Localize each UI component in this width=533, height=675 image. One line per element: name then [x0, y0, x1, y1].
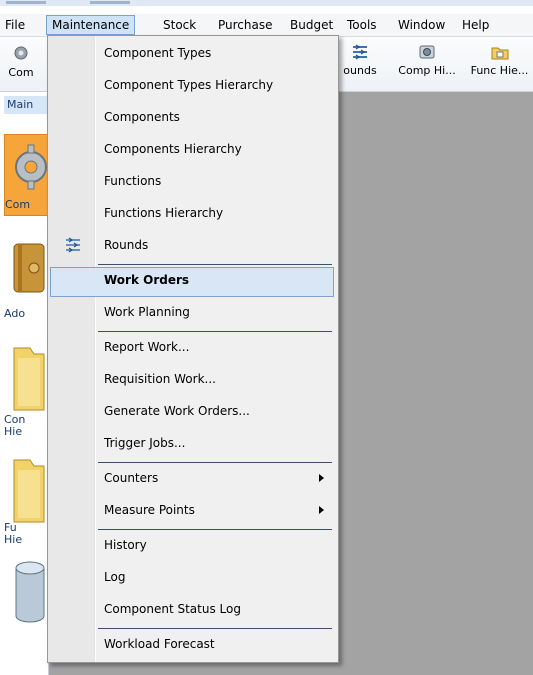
menu-item-component-status-log[interactable]: Component Status Log [50, 596, 334, 624]
menu-item-label: Component Types Hierarchy [104, 78, 274, 92]
title-bar-grip [6, 1, 46, 4]
toolbar-components-button[interactable]: Com [0, 39, 42, 89]
nav-item-label: Com [5, 198, 31, 211]
menu-item-functions-hierarchy[interactable]: Functions Hierarchy [50, 200, 334, 228]
nav-item-database[interactable] [4, 560, 48, 630]
func-hierarchy-icon [491, 47, 508, 60]
rounds-icon [66, 237, 80, 253]
component-icon [14, 46, 28, 60]
menu-item-components[interactable]: Components [50, 104, 334, 132]
nav-item-function-hierarchy[interactable]: Fu Hie [4, 454, 48, 564]
menu-item-measure-points[interactable]: Measure Points [50, 497, 334, 525]
menu-item-label: History [104, 538, 147, 552]
menu-item-history[interactable]: History [50, 532, 334, 560]
menu-item-label: Work Planning [104, 305, 190, 319]
menu-item-functions[interactable]: Functions [50, 168, 334, 196]
menu-item-rounds[interactable]: Rounds [50, 232, 334, 260]
menu-tools[interactable]: Tools [342, 16, 382, 34]
menu-separator [98, 628, 332, 629]
navigation-pane-header: Main [4, 96, 51, 114]
menu-stock[interactable]: Stock [158, 16, 201, 34]
toolbar-func-hierarchy-label: Func Hie... [470, 64, 529, 77]
title-bar-strip [0, 0, 533, 6]
menu-item-label: Component Status Log [104, 602, 241, 616]
nav-item-component-hierarchy[interactable]: Con Hie [4, 342, 48, 452]
menu-help[interactable]: Help [457, 16, 494, 34]
menu-item-label: Functions Hierarchy [104, 206, 224, 220]
menu-item-components-hierarchy[interactable]: Components Hierarchy [50, 136, 334, 164]
nav-item-label: Fu Hie [4, 521, 23, 546]
submenu-arrow-icon [319, 474, 324, 482]
menu-item-label: Generate Work Orders... [104, 404, 250, 418]
menu-file[interactable]: File [0, 16, 30, 34]
menu-separator [98, 264, 332, 265]
menu-item-label: Workload Forecast [104, 637, 215, 651]
nav-item-label: Con Hie [4, 413, 26, 438]
menu-item-log[interactable]: Log [50, 564, 334, 592]
menu-item-trigger-jobs[interactable]: Trigger Jobs... [50, 430, 334, 458]
menu-item-label: Counters [104, 471, 159, 485]
menu-item-requisition-work[interactable]: Requisition Work... [50, 366, 334, 394]
toolbar-comp-hierarchy-button[interactable]: Comp Hi... [394, 39, 460, 89]
toolbar-rounds-button[interactable]: ounds [336, 39, 384, 89]
navigation-pane: Main Com Ado Con Hie Fu Hie [0, 92, 51, 675]
toolbar-components-label: Com [8, 66, 34, 79]
submenu-arrow-icon [319, 506, 324, 514]
menu-item-label: Component Types [104, 46, 212, 60]
nav-item-components[interactable]: Com [4, 134, 50, 216]
menu-separator [98, 331, 332, 332]
folder-icon [13, 347, 45, 411]
menu-item-generate-work-orders[interactable]: Generate Work Orders... [50, 398, 334, 426]
menu-bar: File Maintenance Stock Purchase Budget T… [0, 14, 533, 37]
menu-maintenance[interactable]: Maintenance [46, 15, 136, 35]
menu-item-work-orders[interactable]: Work Orders [50, 267, 334, 297]
cylinder-icon [15, 561, 45, 623]
menu-item-label: Functions [104, 174, 162, 188]
menu-item-component-types[interactable]: Component Types [50, 40, 334, 68]
menu-item-label: Work Orders [104, 273, 190, 287]
menu-separator [98, 462, 332, 463]
menu-item-label: Requisition Work... [104, 372, 216, 386]
menu-item-counters[interactable]: Counters [50, 465, 334, 493]
menu-item-label: Components Hierarchy [104, 142, 242, 156]
component-gear-icon [15, 144, 47, 190]
menu-item-work-planning[interactable]: Work Planning [50, 299, 334, 327]
menu-item-component-types-hierarchy[interactable]: Component Types Hierarchy [50, 72, 334, 100]
title-bar-grip [90, 1, 130, 4]
menu-window[interactable]: Window [393, 16, 450, 34]
nav-item-add[interactable]: Ado [4, 240, 48, 320]
menu-purchase[interactable]: Purchase [213, 16, 278, 34]
menu-item-report-work[interactable]: Report Work... [50, 334, 334, 362]
menu-budget[interactable]: Budget [285, 16, 338, 34]
menu-item-workload-forecast[interactable]: Workload Forecast [50, 631, 334, 659]
folder-icon [13, 459, 45, 523]
toolbar-comp-hierarchy-label: Comp Hi... [398, 64, 456, 77]
book-icon [13, 243, 45, 293]
toolbar-func-hierarchy-button[interactable]: Func Hie... [466, 39, 533, 89]
menu-separator [98, 529, 332, 530]
maintenance-dropdown-menu: Component Types Component Types Hierarch… [47, 35, 339, 663]
menu-item-label: Trigger Jobs... [104, 436, 186, 450]
comp-hierarchy-icon [419, 45, 435, 59]
toolbar-rounds-label: ounds [343, 64, 377, 77]
menu-item-label: Measure Points [104, 503, 195, 517]
rounds-icon [353, 44, 367, 60]
menu-item-label: Components [104, 110, 180, 124]
menu-item-label: Log [104, 570, 126, 584]
menu-item-label: Rounds [104, 238, 149, 252]
nav-item-label: Ado [4, 307, 26, 320]
menu-item-label: Report Work... [104, 340, 190, 354]
